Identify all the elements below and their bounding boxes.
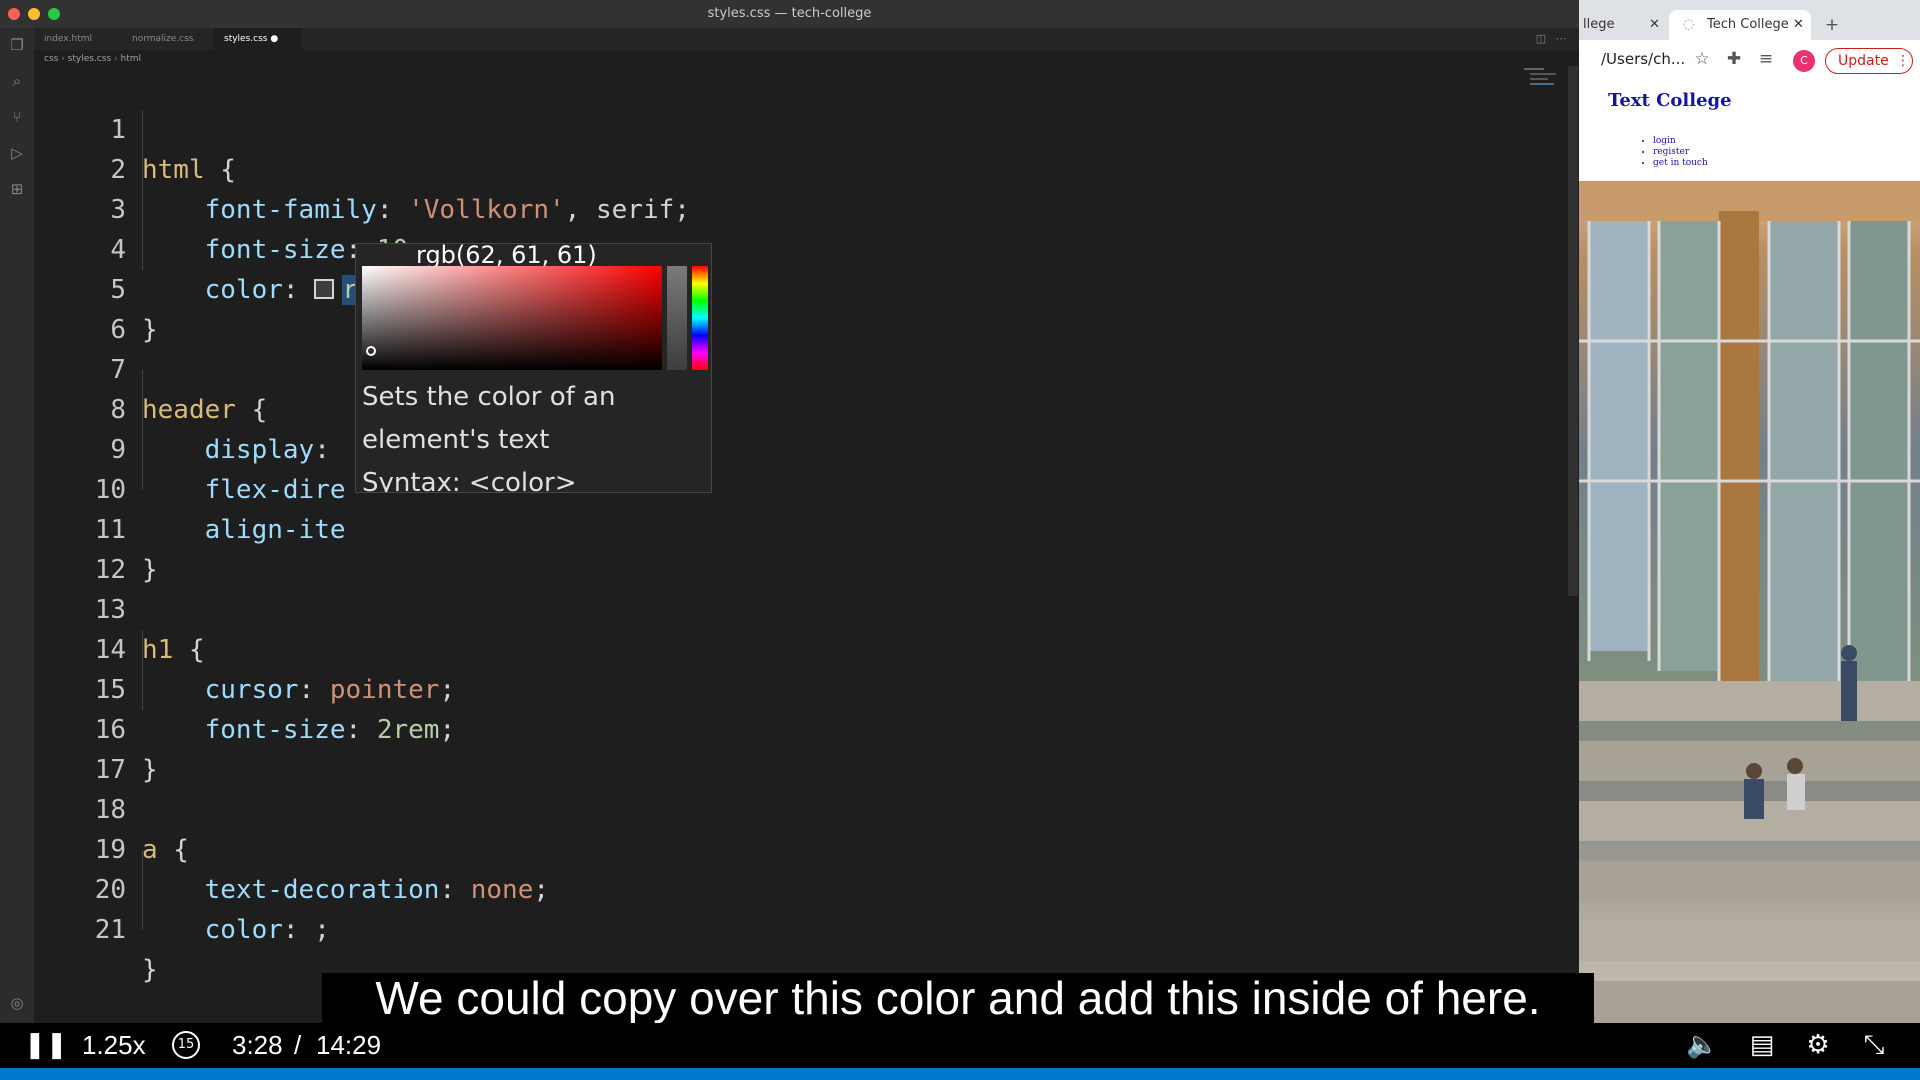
breadcrumb-folder[interactable]: css <box>44 54 58 64</box>
nav-link-login[interactable]: login <box>1653 136 1708 147</box>
browser-tab-active[interactable]: ◌ Tech College ✕ <box>1669 10 1811 40</box>
code-line: 11 } <box>94 515 158 585</box>
extensions-puzzle-icon[interactable]: ✚ <box>1723 48 1745 70</box>
campus-photo <box>1579 181 1920 1080</box>
more-actions-icon[interactable]: ⋯ <box>1552 30 1570 48</box>
rewind-15-icon[interactable]: 15 <box>172 1031 200 1059</box>
code-editor: styles.css — tech-college ❐ ⌕ ⑂ ▷ ⊞ ◎ in… <box>0 0 1579 1080</box>
page-title[interactable]: Text College <box>1608 90 1732 111</box>
code-line: 1 html { <box>110 115 236 185</box>
activity-bar: ❐ ⌕ ⑂ ▷ ⊞ ◎ <box>0 28 34 1060</box>
code-line: 5 } <box>110 275 158 345</box>
zoom-window-button[interactable] <box>48 8 60 20</box>
breadcrumb: css › styles.css › html <box>44 54 141 64</box>
exit-fullscreen-icon[interactable]: ⤡ <box>1858 1029 1890 1061</box>
code-line: 12 <box>94 555 126 585</box>
volume-icon[interactable]: 🔈 <box>1686 1029 1718 1061</box>
source-control-icon[interactable]: ⑂ <box>8 108 26 126</box>
window-title: styles.css — tech-college <box>707 6 872 21</box>
code-line: 3 font-size: 10px; <box>110 195 455 265</box>
pause-icon[interactable]: ❚❚ <box>24 1029 68 1061</box>
code-line: 10 align-ite <box>94 475 346 545</box>
breadcrumb-file[interactable]: styles.css <box>68 54 111 64</box>
code-line: 18 a { <box>94 795 189 865</box>
close-tab-icon[interactable]: ✕ <box>1793 10 1804 40</box>
code-line: 9 flex-dire <box>110 435 346 505</box>
close-tab-icon[interactable]: ✕ <box>1649 10 1660 40</box>
browser-window: llege ✕ ◌ Tech College ✕ + /Users/ch... … <box>1579 0 1920 1080</box>
code-line: 2 font-family: 'Vollkorn', serif; <box>110 155 690 225</box>
code-line: 13 h1 { <box>94 595 205 665</box>
code-line: 21 } <box>94 915 158 985</box>
extensions-icon[interactable]: ⊞ <box>8 180 26 198</box>
code-line: 14 cursor: pointer; <box>94 635 456 705</box>
duration: 14:29 <box>316 1030 382 1060</box>
code-line: 19 text-decoration: none; <box>94 835 550 905</box>
editor-scrollbar[interactable] <box>1568 66 1578 596</box>
time-separator: / <box>294 1030 302 1060</box>
explorer-icon[interactable]: ❐ <box>8 36 26 54</box>
avatar[interactable]: C <box>1793 50 1815 72</box>
minimize-window-button[interactable] <box>28 8 40 20</box>
breadcrumb-symbol[interactable]: html <box>120 54 141 64</box>
update-button[interactable]: Update ⋮ <box>1825 48 1913 74</box>
error-squiggle: ; <box>314 915 330 945</box>
code-line: 7 header { <box>110 355 268 425</box>
tab-styles-css[interactable]: styles.css ● <box>214 28 302 50</box>
playback-speed-button[interactable]: 1.25x <box>82 1029 146 1061</box>
nav-link-contact[interactable]: get in touch <box>1653 158 1708 169</box>
web-page: Text College login register get in touch <box>1579 78 1920 1080</box>
address-bar[interactable]: /Users/ch... <box>1579 46 1709 72</box>
more-menu-icon[interactable]: ⋮ <box>1896 49 1910 73</box>
code-line: 20 color: ; <box>94 875 330 945</box>
split-editor-icon[interactable]: ◫ <box>1532 30 1550 48</box>
browser-tab-inactive[interactable]: llege ✕ <box>1579 10 1663 40</box>
editor-status-bar <box>0 1068 1920 1080</box>
close-window-button[interactable] <box>8 8 20 20</box>
code-line: 15 font-size: 2rem; <box>94 675 456 745</box>
subtitle-caption: We could copy over this color and add th… <box>322 973 1594 1023</box>
color-picker-hover: rgb(62, 61, 61) Sets the color of an ele… <box>355 243 712 493</box>
color-handle[interactable] <box>366 346 376 356</box>
captions-icon[interactable]: ▤ <box>1746 1029 1778 1061</box>
globe-icon: ◌ <box>1683 17 1695 32</box>
code-line: 16 } <box>94 715 158 785</box>
nav-link-register[interactable]: register <box>1653 147 1708 158</box>
property-description: Sets the color of an element's text Synt… <box>362 382 616 493</box>
video-controls: ❚❚ 1.25x 15 3:28 / 14:29 🔈 ▤ ⚙ ⤡ <box>0 1023 1920 1068</box>
site-nav: login register get in touch <box>1653 136 1708 169</box>
browser-toolbar: /Users/ch... ☆ ✚ ≡ C Update ⋮ <box>1579 40 1920 78</box>
bookmark-star-icon[interactable]: ☆ <box>1691 48 1713 70</box>
code-line-current: 4 color: rgb(62,61,61); <box>34 190 1568 305</box>
editor-titlebar: styles.css — tech-college <box>0 0 1579 28</box>
new-tab-icon[interactable]: + <box>1821 14 1843 36</box>
search-icon[interactable]: ⌕ <box>8 72 26 90</box>
code-line: 6 <box>110 315 126 345</box>
run-debug-icon[interactable]: ▷ <box>8 144 26 162</box>
reading-list-icon[interactable]: ≡ <box>1755 48 1777 70</box>
hero-image <box>1579 181 1920 1080</box>
current-time: 3:28 <box>232 1030 283 1060</box>
tab-normalize-css[interactable]: normalize.css <box>122 28 212 50</box>
opacity-strip[interactable] <box>667 266 687 370</box>
account-icon[interactable]: ◎ <box>8 994 26 1012</box>
editor-tab-bar: index.html normalize.css styles.css ● ◫ … <box>34 28 1579 50</box>
tab-index-html[interactable]: index.html <box>34 28 120 50</box>
color-picker-value[interactable]: rgb(62, 61, 61) <box>356 244 711 267</box>
code-line: 8 display: <box>110 395 330 465</box>
settings-gear-icon[interactable]: ⚙ <box>1802 1029 1834 1061</box>
hue-strip[interactable] <box>692 266 708 370</box>
code-line: 17 <box>94 755 126 785</box>
saturation-value-panel[interactable] <box>362 266 662 370</box>
